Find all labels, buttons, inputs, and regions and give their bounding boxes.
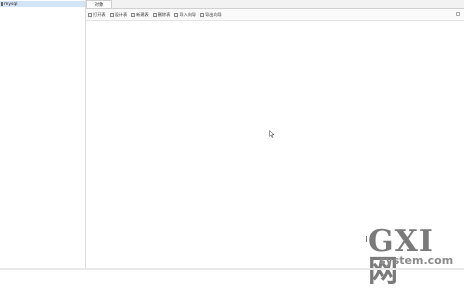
- export-wizard-button[interactable]: 导出向导: [200, 12, 222, 18]
- delete-table-button[interactable]: 删除表: [152, 11, 171, 18]
- object-toolbar: 打开表 设计表 新建表 删除表 导入向导 导出向导: [86, 9, 464, 21]
- import-wizard-button[interactable]: 导入向导: [174, 12, 196, 18]
- tab-objects-label: 对象: [94, 2, 104, 8]
- design-table-button[interactable]: 设计表: [109, 11, 128, 18]
- connection-sidebar: mysql: [0, 0, 86, 270]
- import-wizard-label: 导入向导: [179, 11, 197, 17]
- new-table-button[interactable]: 新建表: [131, 12, 149, 18]
- delete-table-label: 删除表: [157, 11, 171, 17]
- delete-table-icon: [152, 12, 157, 17]
- new-table-label: 新建表: [136, 11, 149, 17]
- tab-bar: 对象: [86, 0, 464, 9]
- open-table-button[interactable]: 打开表: [88, 12, 106, 18]
- design-table-icon: [109, 12, 114, 17]
- view-toggle-icon[interactable]: [456, 12, 460, 16]
- tab-objects[interactable]: 对象: [86, 0, 112, 8]
- watermark: GXI网 system.com: [365, 227, 461, 287]
- database-icon: [1, 2, 3, 6]
- open-table-label: 打开表: [93, 11, 106, 17]
- connection-label: mysql: [4, 1, 18, 7]
- export-wizard-label: 导出向导: [205, 11, 222, 17]
- mouse-pointer-icon: [269, 130, 275, 138]
- connection-item-mysql[interactable]: mysql: [0, 1, 85, 7]
- export-wizard-icon: [200, 12, 205, 17]
- open-table-icon: [88, 12, 92, 17]
- watermark-site: system.com: [379, 254, 454, 267]
- import-wizard-icon: [174, 12, 179, 17]
- new-table-icon: [131, 12, 136, 17]
- design-table-label: 设计表: [114, 11, 128, 17]
